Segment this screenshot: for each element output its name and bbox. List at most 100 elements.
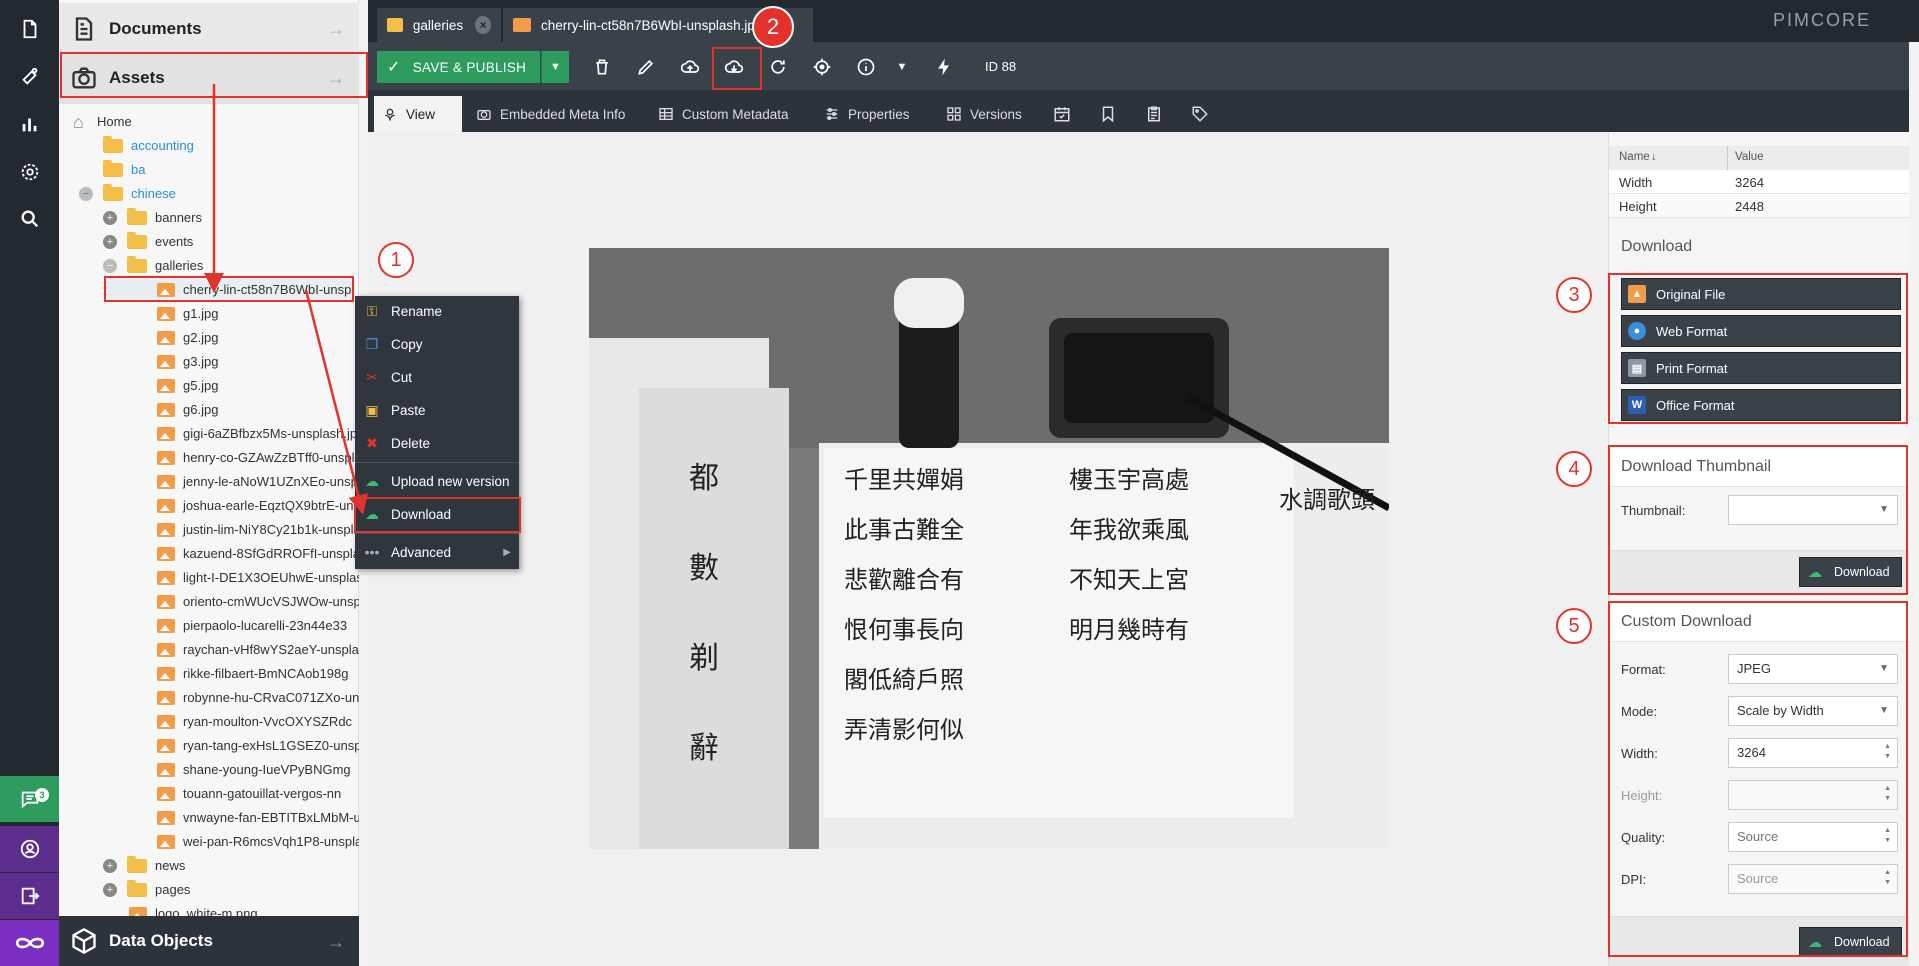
download-original-file-button[interactable]: ▲ Original File [1621,278,1901,310]
tree-asset-item[interactable]: g2.jpg [157,326,359,350]
tree-folder-item[interactable]: + banners [103,206,343,230]
col-value-header[interactable]: Value [1735,151,1764,163]
tree-asset-item[interactable]: g6.jpg [157,398,359,422]
tree-asset-item[interactable]: raychan-vHf8wYS2aeY-unsplash.jpg [157,638,359,662]
expand-icon[interactable]: + [103,211,117,225]
save-options-dropdown-button[interactable]: ▼ [541,51,569,83]
lightning-icon[interactable] [928,51,960,83]
tree-folder-item[interactable]: − chinese [79,182,319,206]
stepper-arrows-icon[interactable]: ▲ ▼ [1884,784,1891,804]
tree-asset-item[interactable]: shane-young-IueVPyBNGmg [157,758,359,782]
thumbnail-select[interactable]: ▼ [1728,495,1898,525]
tree-asset-item[interactable]: robynne-hu-CRvaC071ZXo-unsplash.jpg [157,686,359,710]
tree-asset-item[interactable]: g5.jpg [157,374,359,398]
settings-gear-icon[interactable] [0,149,59,195]
tab-view[interactable]: View [374,96,462,132]
collapse-icon[interactable]: − [79,187,93,201]
info-icon[interactable] [850,51,882,83]
menu-item-upload-new-version[interactable]: ☁ Upload new version [355,466,519,496]
menu-item-copy[interactable]: ❐ Copy [355,329,519,359]
tree-folder-item[interactable]: ba [103,158,343,182]
expand-icon[interactable]: + [103,883,117,897]
tree-asset-item[interactable]: g3.jpg [157,350,359,374]
menu-item-rename[interactable]: ⚿ Rename [355,296,519,326]
tree-asset-item[interactable]: ryan-moulton-VvcOXYSZRdc [157,710,359,734]
download-cloud-icon[interactable] [718,51,750,83]
close-tab-icon[interactable]: × [475,16,491,34]
tree-asset-item[interactable]: vnwayne-fan-EBTITBxLMbM-unsplash.jpg [157,806,359,830]
download-web-format-button[interactable]: ● Web Format [1621,315,1901,347]
height-input[interactable]: ▲ ▼ [1728,780,1898,810]
tree-folder-item[interactable]: − galleries [103,254,343,278]
collapse-icon[interactable]: − [103,259,117,273]
asset-preview-image[interactable]: 都 數 剃 辭 千里共嬋娟 此事古難全 悲歡離合有 恨何事長向 閣低綺戶照 弄清… [589,248,1389,849]
download-office-format-button[interactable]: W Office Format [1621,389,1901,421]
schedule-calendar-icon[interactable] [1042,96,1082,132]
tree-folder-item[interactable]: ⌂ Home [73,110,313,134]
stepper-arrows-icon[interactable]: ▲ ▼ [1884,826,1891,846]
tag-icon[interactable] [1180,96,1220,132]
documents-nav-icon[interactable] [0,6,59,52]
tree-asset-item[interactable]: touann-gatouillat-vergos-nn [157,782,359,806]
download-thumbnail-button[interactable]: ☁ Download [1799,557,1902,587]
notifications-chat-icon[interactable]: 3 [0,776,59,822]
tree-folder-item[interactable]: + events [103,230,343,254]
tab-custom-metadata[interactable]: Custom Metadata [650,96,797,132]
pimcore-logo-icon[interactable] [0,920,59,966]
custom-download-button[interactable]: ☁ Download [1799,927,1902,957]
width-input[interactable]: 3264 ▲ ▼ [1728,738,1898,768]
assets-accordion-header[interactable]: Assets → [59,52,359,104]
bookmark-icon[interactable] [1088,96,1128,132]
format-select[interactable]: JPEG ▼ [1728,654,1898,684]
expand-icon[interactable]: + [103,235,117,249]
reports-nav-icon[interactable] [0,101,59,147]
logout-icon[interactable] [0,873,59,919]
documents-accordion-header[interactable]: Documents → [59,3,359,55]
tree-asset-item[interactable]: cherry-lin-ct58n7B6WbI-unsplash.jpg [104,278,354,302]
tree-asset-item[interactable]: oriento-cmWUcVSJWOw-unsplash.jpg [157,590,359,614]
tree-asset-item[interactable]: g1.jpg [157,302,359,326]
tree-folder-item[interactable]: + news [103,854,343,878]
tools-nav-icon[interactable] [0,54,59,100]
tree-asset-item[interactable]: kazuend-8SfGdRROFfI-unsplash.jpg [157,542,359,566]
info-dropdown-caret-icon[interactable]: ▼ [886,51,918,83]
data-objects-accordion-header[interactable]: Data Objects → [59,916,359,966]
notes-clipboard-icon[interactable] [1134,96,1174,132]
dpi-input[interactable]: Source ▲ ▼ [1728,864,1898,894]
expand-icon[interactable]: + [103,859,117,873]
stepper-arrows-icon[interactable]: ▲ ▼ [1884,742,1891,762]
tree-asset-item[interactable]: gigi-6aZBfbzx5Ms-unsplash.jpg [157,422,359,446]
menu-item-advanced[interactable]: ••• Advanced ▶ [355,537,519,567]
tree-folder-item[interactable]: accounting [103,134,343,158]
tab-versions[interactable]: Versions [938,96,1030,132]
search-icon[interactable] [0,196,59,242]
quality-input[interactable]: Source ▲ ▼ [1728,822,1898,852]
menu-item-paste[interactable]: ▣ Paste [355,395,519,425]
stepper-arrows-icon[interactable]: ▲ ▼ [1884,868,1891,888]
tree-asset-item[interactable]: henry-co-GZAwZzBTff0-unsplash.jpg [157,446,359,470]
tree-asset-item[interactable]: joshua-earle-EqztQX9btrE-unsplash.jpg [157,494,359,518]
tab-properties[interactable]: Properties [816,96,918,132]
download-print-format-button[interactable]: ▤ Print Format [1621,352,1901,384]
reload-icon[interactable] [762,51,794,83]
tree-asset-item[interactable]: rikke-filbaert-BmNCAob198g [157,662,359,686]
menu-item-delete[interactable]: ✖ Delete [355,428,519,458]
locate-in-tree-icon[interactable] [806,51,838,83]
user-profile-icon[interactable] [0,826,59,872]
edit-pencil-icon[interactable] [630,51,662,83]
tree-asset-item[interactable]: justin-lim-NiY8Cy21b1k-unsplash.jpg [157,518,359,542]
tree-asset-item[interactable]: logo_white-m.png [129,902,359,916]
col-name-header[interactable]: Name [1619,151,1650,163]
tab-embedded-meta-info[interactable]: Embedded Meta Info [468,96,633,132]
tree-asset-item[interactable]: jenny-le-aNoW1UZnXEo-unsplash.jpg [157,470,359,494]
menu-item-download[interactable]: ☁ Download [355,499,519,529]
tab-galleries[interactable]: galleries × [377,8,501,42]
tree-asset-item[interactable]: wei-pan-R6mcsVqh1P8-unsplash.jpg [157,830,359,854]
mode-select[interactable]: Scale by Width ▼ [1728,696,1898,726]
tree-folder-item[interactable]: + pages [103,878,343,902]
menu-item-cut[interactable]: ✂ Cut [355,362,519,392]
tree-asset-item[interactable]: light-I-DE1X3OEUhwE-unsplash.jpg [157,566,359,590]
delete-trash-icon[interactable] [586,51,618,83]
tree-asset-item[interactable]: ryan-tang-exHsL1GSEZ0-unsplash.jpg [157,734,359,758]
upload-new-version-icon[interactable] [674,51,706,83]
